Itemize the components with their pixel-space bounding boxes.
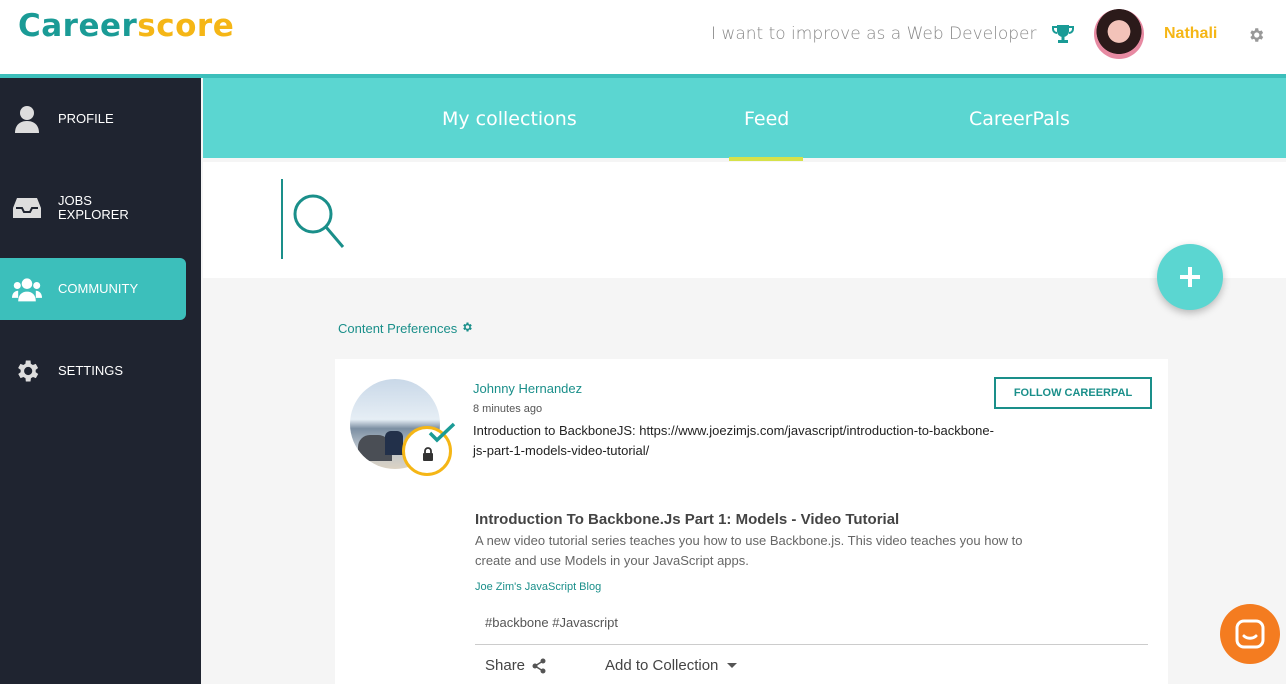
content-preferences-label: Content Preferences [338,321,458,336]
chat-icon [1235,619,1265,649]
search-icon[interactable] [291,192,347,255]
sidebar-item-jobs-explorer[interactable]: JOBS EXPLORER [0,177,186,239]
search-area [203,162,1286,278]
tab-bar: My collections Feed CareerPals [203,78,1286,158]
post-time: 8 minutes ago [473,403,543,415]
gear-icon[interactable] [1247,26,1265,49]
user-icon [12,104,42,134]
tab-careerpals[interactable]: CareerPals [969,108,1070,130]
group-icon [12,274,42,304]
user-avatar[interactable] [1094,9,1144,59]
avatar-person [385,431,403,455]
add-post-button[interactable] [1157,244,1223,310]
plus-icon [1180,267,1200,287]
sidebar-item-label: JOBS EXPLORER [58,193,129,222]
link-preview-source[interactable]: Joe Zim's JavaScript Blog [475,581,601,593]
feed-post-card: Johnny Hernandez 8 minutes ago Introduct… [335,359,1168,684]
sidebar-item-label: COMMUNITY [58,281,139,296]
sidebar: PROFILE JOBS EXPLORER COMMUNITY SETTINGS [0,78,201,684]
sidebar-item-label: SETTINGS [58,363,124,378]
share-icon [532,658,546,673]
gear-icon [12,356,42,386]
sidebar-item-profile[interactable]: PROFILE [0,88,186,150]
logo-text-career: Career [18,8,138,44]
inbox-icon [12,193,42,223]
check-icon [428,422,456,449]
link-preview-title[interactable]: Introduction To Backbone.Js Part 1: Mode… [475,511,899,528]
gear-icon [463,322,472,332]
share-button[interactable]: Share [485,657,547,674]
sidebar-item-settings[interactable]: SETTINGS [0,340,186,402]
add-to-collection-label: Add to Collection [605,657,719,674]
search-input-cursor[interactable] [281,179,283,259]
top-header: Careerscore I want to improve as a Web D… [0,0,1286,78]
tab-feed[interactable]: Feed [744,108,789,130]
active-tab-indicator [729,157,803,161]
link-preview-description: A new video tutorial series teaches you … [475,533,1023,568]
chat-support-button[interactable] [1220,604,1280,664]
chevron-down-icon [727,662,738,668]
share-label: Share [485,657,526,674]
trophy-icon[interactable] [1051,23,1075,50]
logo-text-score: score [137,8,235,44]
tab-my-collections[interactable]: My collections [442,108,577,130]
user-name[interactable]: Nathali [1164,25,1217,43]
add-to-collection-dropdown[interactable]: Add to Collection [605,657,738,674]
careerscore-logo[interactable]: Careerscore [18,8,234,44]
goal-text[interactable]: I want to improve as a Web Developer [711,24,1036,44]
post-tags: #backbone #Javascript [485,615,618,630]
post-author[interactable]: Johnny Hernandez [473,381,582,396]
follow-careerpal-button[interactable]: FOLLOW CAREERPAL [994,377,1152,409]
content-preferences-link[interactable]: Content Preferences [338,321,473,336]
sidebar-item-label: PROFILE [58,111,114,126]
card-divider [475,644,1148,645]
sidebar-item-community[interactable]: COMMUNITY [0,258,186,320]
post-text: Introduction to BackboneJS: https://www.… [473,423,994,458]
lock-icon [422,447,434,466]
